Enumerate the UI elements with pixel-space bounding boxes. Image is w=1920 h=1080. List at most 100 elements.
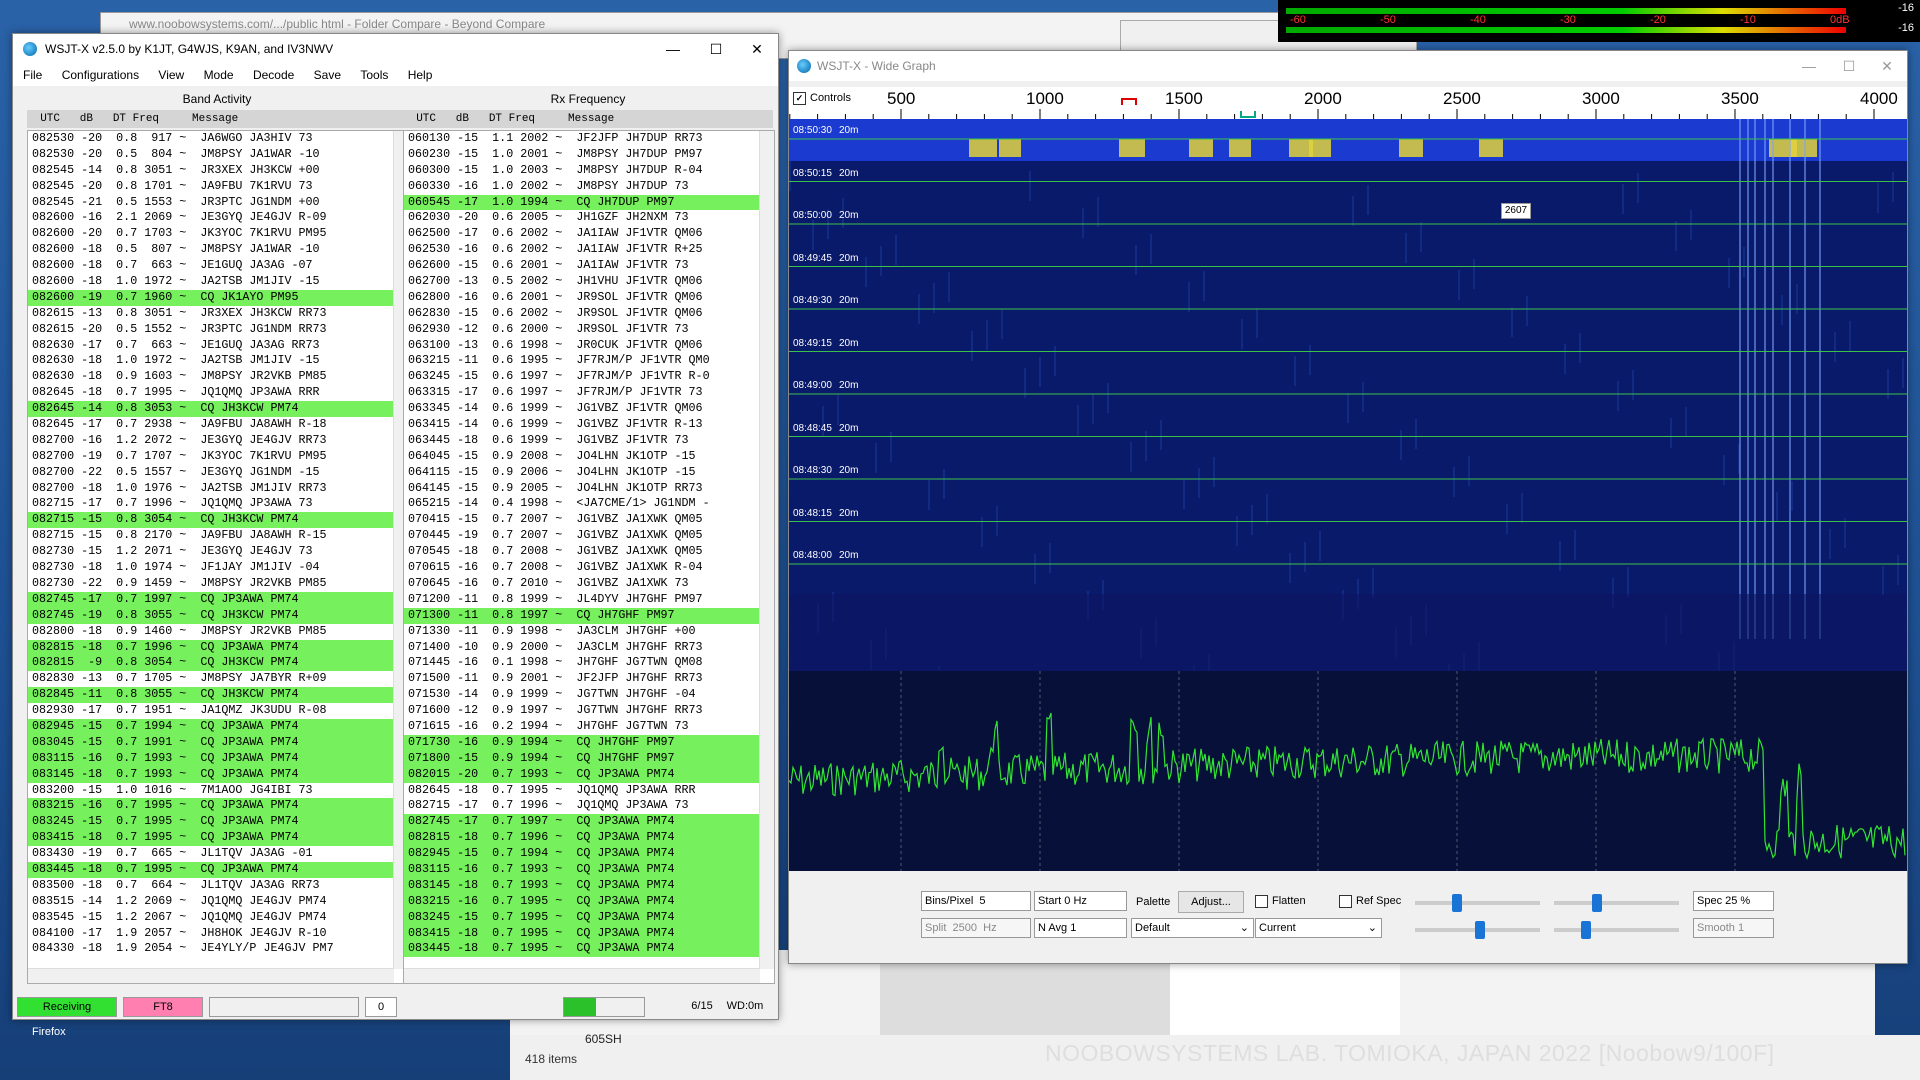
firefox-desktop-icon-label[interactable]: Firefox	[32, 1026, 66, 1038]
menu-help[interactable]: Help	[398, 64, 439, 82]
decode-row[interactable]: 062830 -15 0.6 2002 ~ JR9SOL JF1VTR QM06	[404, 306, 774, 322]
decode-row[interactable]: 082730 -15 1.2 2071 ~ JE3GYQ JE4GJV 73	[28, 544, 408, 560]
decode-row[interactable]: 084330 -18 1.9 2054 ~ JE4YLY/P JE4GJV PM…	[28, 941, 408, 957]
decode-row[interactable]: 083445 -18 0.7 1995 ~ CQ JP3AWA PM74	[404, 941, 774, 958]
decode-row[interactable]: 082630 -18 1.0 1972 ~ JA2TSB JM1JIV -15	[28, 353, 408, 369]
waterfall-display[interactable]: 08:50:30 20m 08:50:15 20m 08:50:00 20m 08:49:4…	[789, 119, 1907, 741]
decode-row[interactable]: 083115 -16 0.7 1993 ~ CQ JP3AWA PM74	[28, 750, 408, 767]
decode-row[interactable]: 062800 -16 0.6 2001 ~ JR9SOL JF1VTR QM06	[404, 290, 774, 306]
decode-row[interactable]: 082930 -17 0.7 1951 ~ JA1QMZ JK3UDU R-08	[28, 703, 408, 719]
decode-row[interactable]: 082630 -17 0.7 663 ~ JE1GUQ JA3AG RR73	[28, 338, 408, 354]
decode-row[interactable]: 082545 -20 0.8 1701 ~ JA9FBU 7K1RVU 73	[28, 179, 408, 195]
decode-row[interactable]: 060130 -15 1.1 2002 ~ JF2JFP JH7DUP RR73	[404, 131, 774, 147]
decode-row[interactable]: 083200 -15 1.0 1016 ~ 7M1AOO JG4IBI 73	[28, 783, 408, 799]
menu-mode[interactable]: Mode	[194, 64, 240, 82]
decode-row[interactable]: 063245 -15 0.6 1997 ~ JF7RJM/P JF1VTR R-…	[404, 369, 774, 385]
decode-row[interactable]: 083545 -15 1.2 2067 ~ JQ1QMQ JE4GJV PM74	[28, 910, 408, 926]
decode-row[interactable]: 082645 -14 0.8 3053 ~ CQ JH3KCW PM74	[28, 401, 408, 418]
wg-maximize-button[interactable]: ☐	[1829, 55, 1869, 77]
decode-row[interactable]: 083145 -18 0.7 1993 ~ CQ JP3AWA PM74	[404, 877, 774, 894]
decode-row[interactable]: 083045 -15 0.7 1991 ~ CQ JP3AWA PM74	[28, 734, 408, 751]
wg-minimize-button[interactable]: —	[1789, 55, 1829, 77]
decode-row[interactable]: 082815 -18 0.7 1996 ~ CQ JP3AWA PM74	[28, 639, 408, 656]
decode-row[interactable]: 082645 -17 0.7 2938 ~ JA9FBU JA8AWH R-18	[28, 417, 408, 433]
folder-item[interactable]: 605SH	[585, 1032, 622, 1046]
decode-row[interactable]: 082715 -15 0.8 3054 ~ CQ JH3KCW PM74	[28, 512, 408, 529]
decode-row[interactable]: 082745 -17 0.7 1997 ~ CQ JP3AWA PM74	[404, 814, 774, 831]
decode-row[interactable]: 082715 -17 0.7 1996 ~ JQ1QMQ JP3AWA 73	[404, 798, 774, 814]
decode-row[interactable]: 062530 -16 0.6 2002 ~ JA1IAW JF1VTR R+25	[404, 242, 774, 258]
decode-row[interactable]: 084100 -17 1.9 2057 ~ JH8HOK JE4GJV R-10	[28, 926, 408, 942]
spec-percent-spinbox[interactable]: Spec 25 %	[1693, 891, 1774, 911]
decode-row[interactable]: 083430 -19 0.7 665 ~ JL1TQV JA3AG -01	[28, 846, 408, 862]
decode-row[interactable]: 082730 -18 1.0 1974 ~ JF1JAY JM1JIV -04	[28, 560, 408, 576]
adjust-button[interactable]: Adjust...	[1178, 891, 1244, 913]
decode-row[interactable]: 083115 -16 0.7 1993 ~ CQ JP3AWA PM74	[404, 861, 774, 878]
ref-spec-checkbox[interactable]: Ref Spec	[1339, 894, 1401, 908]
decode-row[interactable]: 060330 -16 1.0 2002 ~ JM8PSY JH7DUP 73	[404, 179, 774, 195]
decode-row[interactable]: 083500 -18 0.7 664 ~ JL1TQV JA3AG RR73	[28, 878, 408, 894]
decode-row[interactable]: 083445 -18 0.7 1995 ~ CQ JP3AWA PM74	[28, 861, 408, 878]
decode-row[interactable]: 071300 -11 0.8 1997 ~ CQ JH7GHF PM97	[404, 607, 774, 624]
decode-row[interactable]: 082700 -16 1.2 2072 ~ JE3GYQ JE4GJV RR73	[28, 433, 408, 449]
decode-row[interactable]: 082945 -15 0.7 1994 ~ CQ JP3AWA PM74	[404, 846, 774, 862]
decode-row[interactable]: 083215 -16 0.7 1995 ~ CQ JP3AWA PM74	[404, 893, 774, 910]
decode-row[interactable]: 062030 -20 0.6 2005 ~ JH1GZF JH2NXM 73	[404, 210, 774, 226]
n-avg-spinbox[interactable]: N Avg 1	[1034, 918, 1127, 938]
spec-zero-slider-track[interactable]	[1554, 928, 1679, 932]
decode-row[interactable]: 062930 -12 0.6 2000 ~ JR9SOL JF1VTR 73	[404, 322, 774, 338]
decode-row[interactable]: 064115 -15 0.9 2006 ~ JO4LHN JK1OTP -15	[404, 465, 774, 481]
decode-row[interactable]: 083145 -18 0.7 1993 ~ CQ JP3AWA PM74	[28, 766, 408, 783]
zero-slider-thumb[interactable]	[1592, 894, 1602, 912]
start-hz-spinbox[interactable]: Start 0 Hz	[1034, 891, 1127, 911]
decode-row[interactable]: 070415 -15 0.7 2007 ~ JG1VBZ JA1XWK QM05	[404, 512, 774, 528]
decode-row[interactable]: 070615 -16 0.7 2008 ~ JG1VBZ JA1XWK R-04	[404, 560, 774, 576]
decode-row[interactable]: 082715 -15 0.8 2170 ~ JA9FBU JA8AWH R-15	[28, 528, 408, 544]
decode-row[interactable]: 082545 -14 0.8 3051 ~ JR3XEX JH3KCW +00	[28, 163, 408, 179]
decode-row[interactable]: 082545 -21 0.5 1553 ~ JR3PTC JG1NDM +00	[28, 195, 408, 211]
split-spinbox[interactable]: Split 2500 Hz	[921, 918, 1031, 938]
decode-row[interactable]: 082700 -18 1.0 1976 ~ JA2TSB JM1JIV RR73	[28, 481, 408, 497]
spec-gain-slider-thumb[interactable]	[1475, 921, 1485, 939]
decode-row[interactable]: 082600 -18 1.0 1972 ~ JA2TSB JM1JIV -15	[28, 274, 408, 290]
close-button[interactable]: ✕	[737, 38, 777, 60]
decode-row[interactable]: 063315 -17 0.6 1997 ~ JF7RJM/P JF1VTR 73	[404, 385, 774, 401]
decode-row[interactable]: 064045 -15 0.9 2008 ~ JO4LHN JK1OTP -15	[404, 449, 774, 465]
minimize-button[interactable]: —	[653, 38, 693, 60]
decode-row[interactable]: 083415 -18 0.7 1995 ~ CQ JP3AWA PM74	[404, 925, 774, 942]
menu-configurations[interactable]: Configurations	[52, 64, 145, 82]
decode-row[interactable]: 082745 -19 0.8 3055 ~ CQ JH3KCW PM74	[28, 607, 408, 624]
decode-row[interactable]: 082600 -18 0.7 663 ~ JE1GUQ JA3AG -07	[28, 258, 408, 274]
zero-slider-track[interactable]	[1554, 901, 1679, 905]
decode-row[interactable]: 082530 -20 0.8 917 ~ JA6WGO JA3HIV 73	[28, 131, 408, 147]
decode-row[interactable]: 082715 -17 0.7 1996 ~ JQ1QMQ JP3AWA 73	[28, 496, 408, 512]
decode-row[interactable]: 082645 -18 0.7 1995 ~ JQ1QMQ JP3AWA RRR	[404, 783, 774, 799]
band-activity-list[interactable]: 082530 -20 0.8 917 ~ JA6WGO JA3HIV 73 082…	[27, 130, 409, 984]
menu-tools[interactable]: Tools	[350, 64, 394, 82]
decode-row[interactable]: 062600 -15 0.6 2001 ~ JA1IAW JF1VTR 73	[404, 258, 774, 274]
decode-row[interactable]: 071615 -16 0.2 1994 ~ JH7GHF JG7TWN 73	[404, 719, 774, 735]
decode-row[interactable]: 082815 -18 0.7 1996 ~ CQ JP3AWA PM74	[404, 830, 774, 847]
decode-row[interactable]: 082015 -20 0.7 1993 ~ CQ JP3AWA PM74	[404, 766, 774, 783]
decode-row[interactable]: 082600 -20 0.7 1703 ~ JK3YOC 7K1RVU PM95	[28, 226, 408, 242]
decode-row[interactable]: 082700 -19 0.7 1707 ~ JK3YOC 7K1RVU PM95	[28, 449, 408, 465]
decode-row[interactable]: 070445 -19 0.7 2007 ~ JG1VBZ JA1XWK QM05	[404, 528, 774, 544]
decode-row[interactable]: 082730 -22 0.9 1459 ~ JM8PSY JR2VKB PM85	[28, 576, 408, 592]
menu-save[interactable]: Save	[304, 64, 347, 82]
rx-frequency-hscroll[interactable]	[404, 968, 760, 983]
decode-row[interactable]: 083415 -18 0.7 1995 ~ CQ JP3AWA PM74	[28, 830, 408, 847]
decode-row[interactable]: 060230 -15 1.0 2001 ~ JM8PSY JH7DUP PM97	[404, 147, 774, 163]
rx-frequency-vscroll[interactable]	[759, 131, 774, 969]
decode-row[interactable]: 082815 -9 0.8 3054 ~ CQ JH3KCW PM74	[28, 655, 408, 672]
maximize-button[interactable]: ☐	[696, 38, 736, 60]
decode-row[interactable]: 082845 -11 0.8 3055 ~ CQ JH3KCW PM74	[28, 687, 408, 704]
decode-row[interactable]: 082600 -16 2.1 2069 ~ JE3GYQ JE4GJV R-09	[28, 210, 408, 226]
decode-row[interactable]: 071200 -11 0.8 1999 ~ JL4DYV JH7GHF PM97	[404, 592, 774, 608]
decode-row[interactable]: 071330 -11 0.9 1998 ~ JA3CLM JH7GHF +00	[404, 624, 774, 640]
decode-row[interactable]: 082945 -15 0.7 1994 ~ CQ JP3AWA PM74	[28, 718, 408, 735]
decode-row[interactable]: 063415 -14 0.6 1999 ~ JG1VBZ JF1VTR R-13	[404, 417, 774, 433]
decode-row[interactable]: 082700 -22 0.5 1557 ~ JE3GYQ JG1NDM -15	[28, 465, 408, 481]
decode-row[interactable]: 071400 -10 0.9 2000 ~ JA3CLM JH7GHF RR73	[404, 640, 774, 656]
decode-row[interactable]: 082645 -18 0.7 1995 ~ JQ1QMQ JP3AWA RRR	[28, 385, 408, 401]
menu-view[interactable]: View	[148, 64, 190, 82]
